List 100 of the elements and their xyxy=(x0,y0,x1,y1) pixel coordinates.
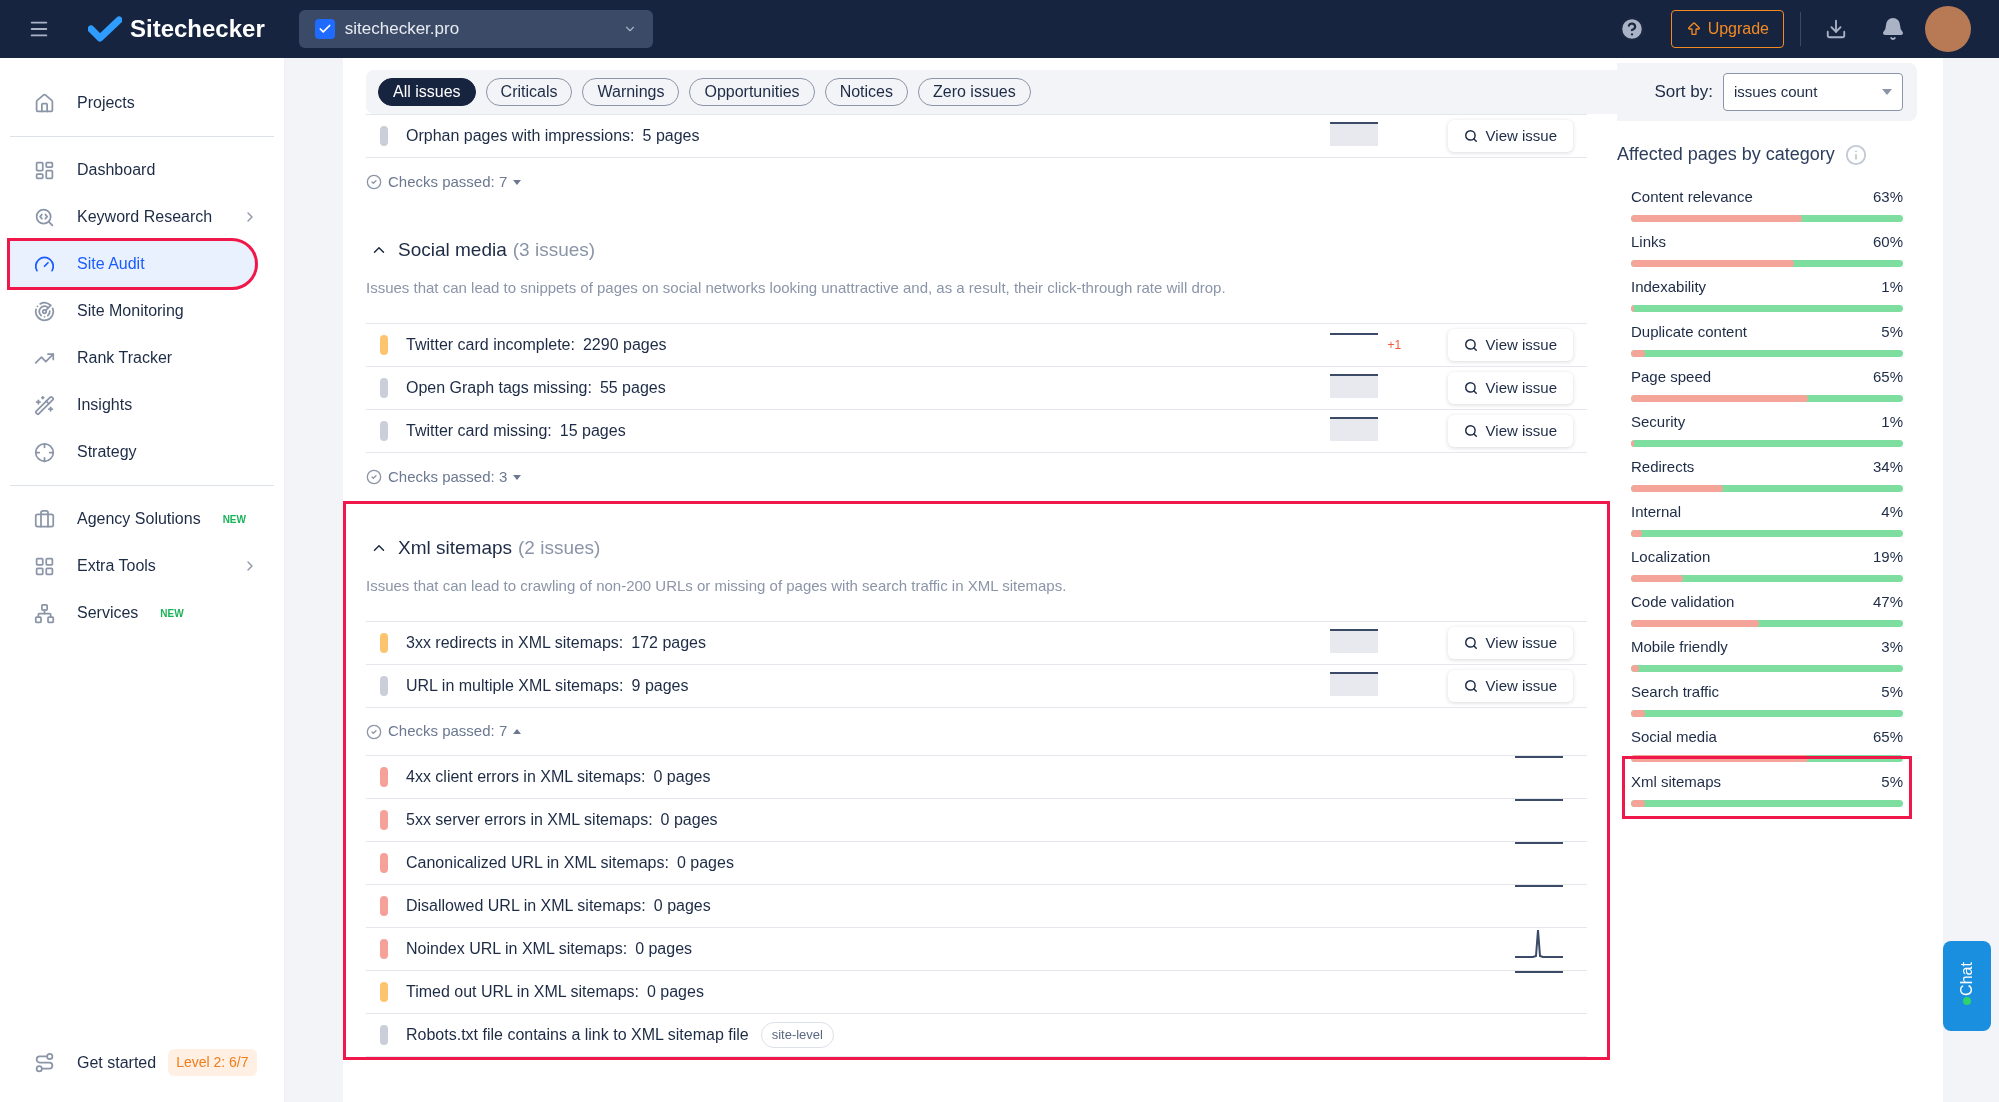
upgrade-button[interactable]: Upgrade xyxy=(1670,10,1784,48)
issue-title[interactable]: Orphan pages with impressions: xyxy=(406,124,635,148)
issue-title[interactable]: Twitter card missing: xyxy=(406,419,552,443)
home-icon xyxy=(34,92,55,114)
view-issue-button[interactable]: View issue xyxy=(1447,120,1573,152)
new-label: NEW xyxy=(222,512,246,527)
category-percent: 5% xyxy=(1881,682,1903,702)
issue-title[interactable]: Robots.txt file contains a link to XML sitemap file xyxy=(406,1023,749,1047)
notification-bell-icon[interactable] xyxy=(1881,17,1905,41)
page-count: 0 pages xyxy=(635,939,693,959)
sidebar-item[interactable]: Strategy xyxy=(10,429,274,475)
view-issue-button[interactable]: View issue xyxy=(1447,627,1573,659)
nodes-icon xyxy=(34,602,55,624)
issue-title[interactable]: Canonicalized URL in XML sitemaps: xyxy=(406,851,669,875)
section-description: Issues that can lead to crawling of non-200 URLs or missing of pages with search traffic in XML sitemaps. xyxy=(366,575,1068,596)
category-name: Duplicate content xyxy=(1631,322,1747,342)
download-icon[interactable] xyxy=(1825,18,1847,40)
search-icon xyxy=(1463,636,1478,650)
sidebar-item[interactable]: Projects xyxy=(10,80,274,126)
level-badge: Level 2: 6/7 xyxy=(168,1049,257,1076)
issue-title[interactable]: 3xx redirects in XML sitemaps: xyxy=(406,631,624,655)
logo-icon xyxy=(88,16,122,42)
grid-icon xyxy=(34,555,55,577)
sidebar-item[interactable]: Insights xyxy=(10,382,274,428)
new-label: NEW xyxy=(160,606,184,621)
sidebar-item[interactable]: Agency Solutions NEW xyxy=(10,496,274,542)
sidebar-item[interactable]: Site Monitoring xyxy=(10,288,274,334)
sidebar-item[interactable]: Keyword Research xyxy=(10,194,274,240)
page-count: 9 pages xyxy=(631,676,689,696)
check-circle-icon xyxy=(366,723,382,740)
search-icon xyxy=(1463,679,1478,693)
sidebar-item[interactable]: Rank Tracker xyxy=(10,335,274,381)
category-percent: 5% xyxy=(1881,322,1903,342)
issue-title[interactable]: Timed out URL in XML sitemaps: xyxy=(406,980,639,1004)
issue-title[interactable]: Disallowed URL in XML sitemaps: xyxy=(406,894,646,918)
checks-passed-toggle[interactable]: Checks passed: 3 xyxy=(388,465,508,489)
category-percent: 3% xyxy=(1881,637,1903,657)
route-icon xyxy=(34,1052,55,1073)
checks-passed-toggle[interactable]: Checks passed: 7 xyxy=(388,170,508,194)
target-icon xyxy=(34,441,55,463)
sidebar-item[interactable]: Services NEW xyxy=(10,590,274,636)
issue-count: (3 issues) xyxy=(512,238,596,262)
issue-title[interactable]: Open Graph tags missing: xyxy=(406,376,592,400)
category-name: Indexability xyxy=(1631,277,1707,297)
issue-title[interactable]: URL in multiple XML sitemaps: xyxy=(406,674,624,698)
category-panel-title: Affected pages by category xyxy=(1617,143,1835,166)
page-count: 55 pages xyxy=(599,378,666,398)
get-started-link[interactable]: Get started xyxy=(77,1050,157,1075)
page-count: 172 pages xyxy=(631,633,706,653)
search-icon xyxy=(1463,381,1478,395)
view-issue-button[interactable]: View issue xyxy=(1447,329,1573,361)
briefcase-icon xyxy=(34,508,55,530)
sidebar-item[interactable]: Dashboard xyxy=(10,147,274,193)
view-issue-button[interactable]: View issue xyxy=(1447,670,1573,702)
category-name: Redirects xyxy=(1631,457,1695,477)
section-title[interactable]: Xml sitemaps xyxy=(398,534,513,563)
sidebar-item[interactable]: Extra Tools xyxy=(10,543,274,589)
category-name: Page speed xyxy=(1631,367,1712,387)
category-percent: 65% xyxy=(1872,367,1903,387)
issue-title[interactable]: 5xx server errors in XML sitemaps: xyxy=(406,808,653,832)
issue-title[interactable]: Twitter card incomplete: xyxy=(406,333,575,357)
category-name: Mobile friendly xyxy=(1631,637,1728,657)
section-description: Issues that can lead to snippets of pages on social networks looking unattractive and, as a result, their click-through rate will drop. xyxy=(366,277,1227,298)
search-icon xyxy=(1463,424,1478,438)
search-icon xyxy=(1463,338,1478,352)
category-percent: 19% xyxy=(1872,547,1903,567)
page-count: 0 pages xyxy=(676,853,734,873)
category-name: Xml sitemaps xyxy=(1631,772,1722,792)
sidebar-item[interactable]: Site Audit xyxy=(10,241,255,287)
category-name: Code validation xyxy=(1631,592,1735,612)
sort-dropdown[interactable]: issues count xyxy=(1723,73,1903,111)
category-percent: 1% xyxy=(1881,277,1903,297)
category-percent: 34% xyxy=(1872,457,1903,477)
issue-count: (2 issues) xyxy=(518,536,601,560)
page-count: 0 pages xyxy=(646,982,704,1002)
section-title[interactable]: Social media xyxy=(398,236,507,265)
issue-title[interactable]: Noindex URL in XML sitemaps: xyxy=(406,937,628,961)
category-name: Internal xyxy=(1631,502,1682,522)
category-percent: 65% xyxy=(1872,727,1903,747)
search-icon xyxy=(1463,129,1478,143)
category-name: Social media xyxy=(1631,727,1717,747)
page-count: 5 pages xyxy=(642,126,700,146)
category-name: Search traffic xyxy=(1631,682,1720,702)
view-issue-button[interactable]: View issue xyxy=(1447,415,1573,447)
page-count: 0 pages xyxy=(660,810,718,830)
filter-tab[interactable]: All issues xyxy=(378,78,476,106)
checkbox-icon xyxy=(314,19,335,39)
checks-passed-toggle[interactable]: Checks passed: 7 xyxy=(388,720,508,743)
logo-text: Sitechecker xyxy=(130,14,265,44)
issue-title[interactable]: 4xx client errors in XML sitemaps: xyxy=(406,765,646,789)
user-avatar[interactable] xyxy=(1925,6,1971,52)
category-name: Security xyxy=(1631,412,1686,432)
category-percent: 5% xyxy=(1881,772,1903,792)
page-count: 15 pages xyxy=(559,421,626,441)
category-name: Content relevance xyxy=(1631,187,1753,207)
project-selector[interactable]: sitechecker.pro xyxy=(298,10,653,48)
check-circle-icon xyxy=(366,469,382,485)
page-count: 0 pages xyxy=(653,896,711,916)
magic-wand-icon xyxy=(34,394,55,416)
view-issue-button[interactable]: View issue xyxy=(1447,372,1573,404)
